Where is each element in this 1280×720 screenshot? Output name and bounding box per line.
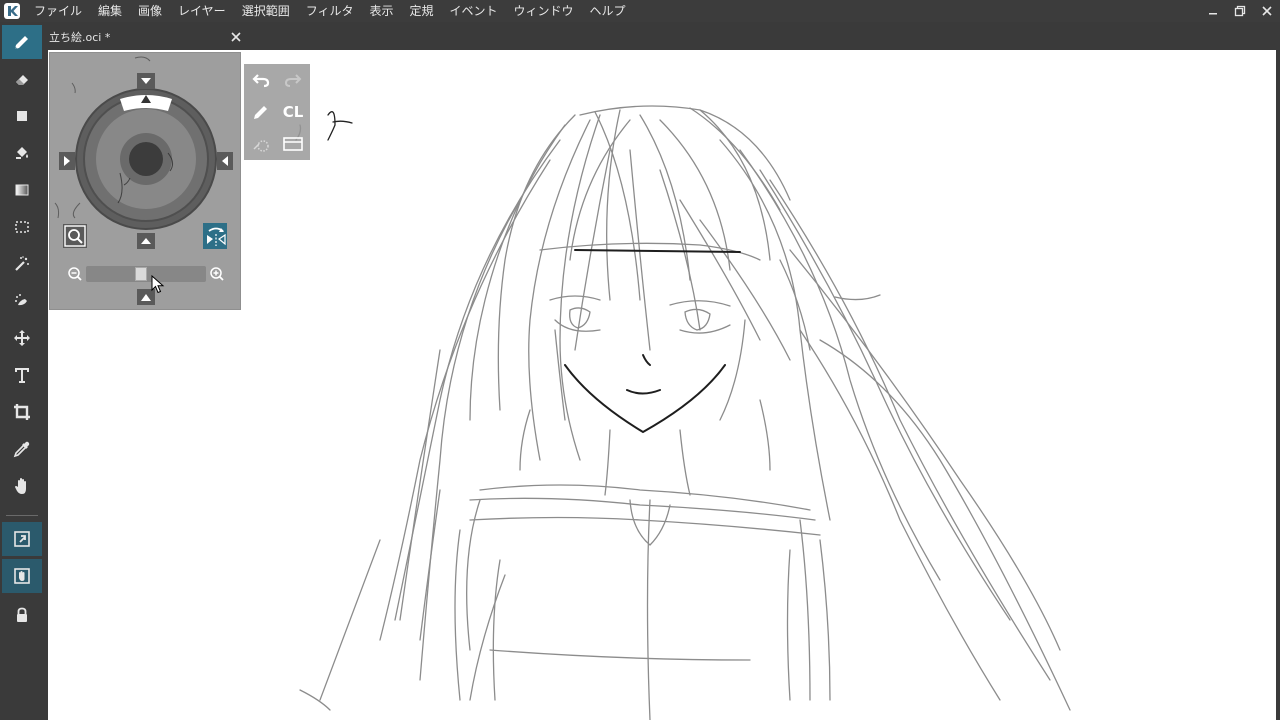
app-logo-icon [2,1,22,21]
magic-wand-icon[interactable] [2,247,42,281]
rotate-up-icon[interactable] [134,69,158,93]
undo-icon[interactable] [247,66,275,94]
zoom-slider[interactable] [64,263,228,285]
menu-item-3[interactable]: レイヤー [170,0,234,22]
menu-item-0[interactable]: ファイル [26,0,90,22]
menu-item-8[interactable]: イベント [442,0,506,22]
clear-icon[interactable]: CL [279,98,307,126]
selection-dotted-icon[interactable] [247,130,275,158]
hand-icon[interactable] [2,469,42,503]
text-icon[interactable] [2,358,42,392]
gradient-icon[interactable] [2,173,42,207]
lock-icon[interactable] [2,598,42,632]
bucket-fill-icon[interactable] [2,136,42,170]
selection-rect-icon[interactable] [2,210,42,244]
quick-panel: CL [244,64,310,160]
zoom-fit-icon[interactable] [63,224,87,248]
selection-brush-icon[interactable] [2,284,42,318]
clear-label: CL [282,103,304,121]
menu-item-4[interactable]: 選択範囲 [234,0,298,22]
external-link-icon[interactable] [2,522,42,556]
rotate-left-icon[interactable] [55,149,79,173]
eraser-icon[interactable] [2,62,42,96]
menu-item-9[interactable]: ウィンドウ [506,0,582,22]
flip-horizontal-icon[interactable] [203,223,227,249]
rotate-down-icon[interactable] [134,229,158,253]
document-tab[interactable]: 立ち絵.oci * [44,26,246,48]
eyedropper-icon[interactable] [2,432,42,466]
navigator-panel [49,52,241,310]
tool-bar [0,22,44,720]
close-icon[interactable] [1253,0,1280,22]
document-title: 立ち絵.oci * [49,31,111,44]
toolbar-divider [6,515,38,516]
mouse-cursor-icon [151,274,165,299]
redo-icon[interactable] [279,66,307,94]
menu-item-1[interactable]: 編集 [90,0,130,22]
window-controls [1199,0,1280,22]
palm-rejection-icon[interactable] [2,559,42,593]
close-tab-icon[interactable] [226,27,246,47]
minimize-icon[interactable] [1199,0,1226,22]
pen-icon[interactable] [2,25,42,59]
zoom-thumb[interactable] [135,267,147,281]
menu-bar: ファイル 編集 画像 レイヤー 選択範囲 フィルタ 表示 定規 イベント ウィンドウ ヘルプ [0,0,1280,22]
menu-item-2[interactable]: 画像 [130,0,170,22]
move-icon[interactable] [2,321,42,355]
zoom-out-icon[interactable] [64,263,86,285]
menu-item-10[interactable]: ヘルプ [582,0,634,22]
rotate-right-icon[interactable] [213,149,237,173]
frame-icon[interactable] [279,130,307,158]
crop-icon[interactable] [2,395,42,429]
menu-item-5[interactable]: フィルタ [298,0,362,22]
rectangle-icon[interactable] [2,99,42,133]
restore-icon[interactable] [1226,0,1253,22]
menu-item-6[interactable]: 表示 [361,0,401,22]
menu-item-7[interactable]: 定規 [401,0,441,22]
pen-icon[interactable] [247,98,275,126]
zoom-track[interactable] [86,266,206,282]
zoom-in-icon[interactable] [206,263,228,285]
